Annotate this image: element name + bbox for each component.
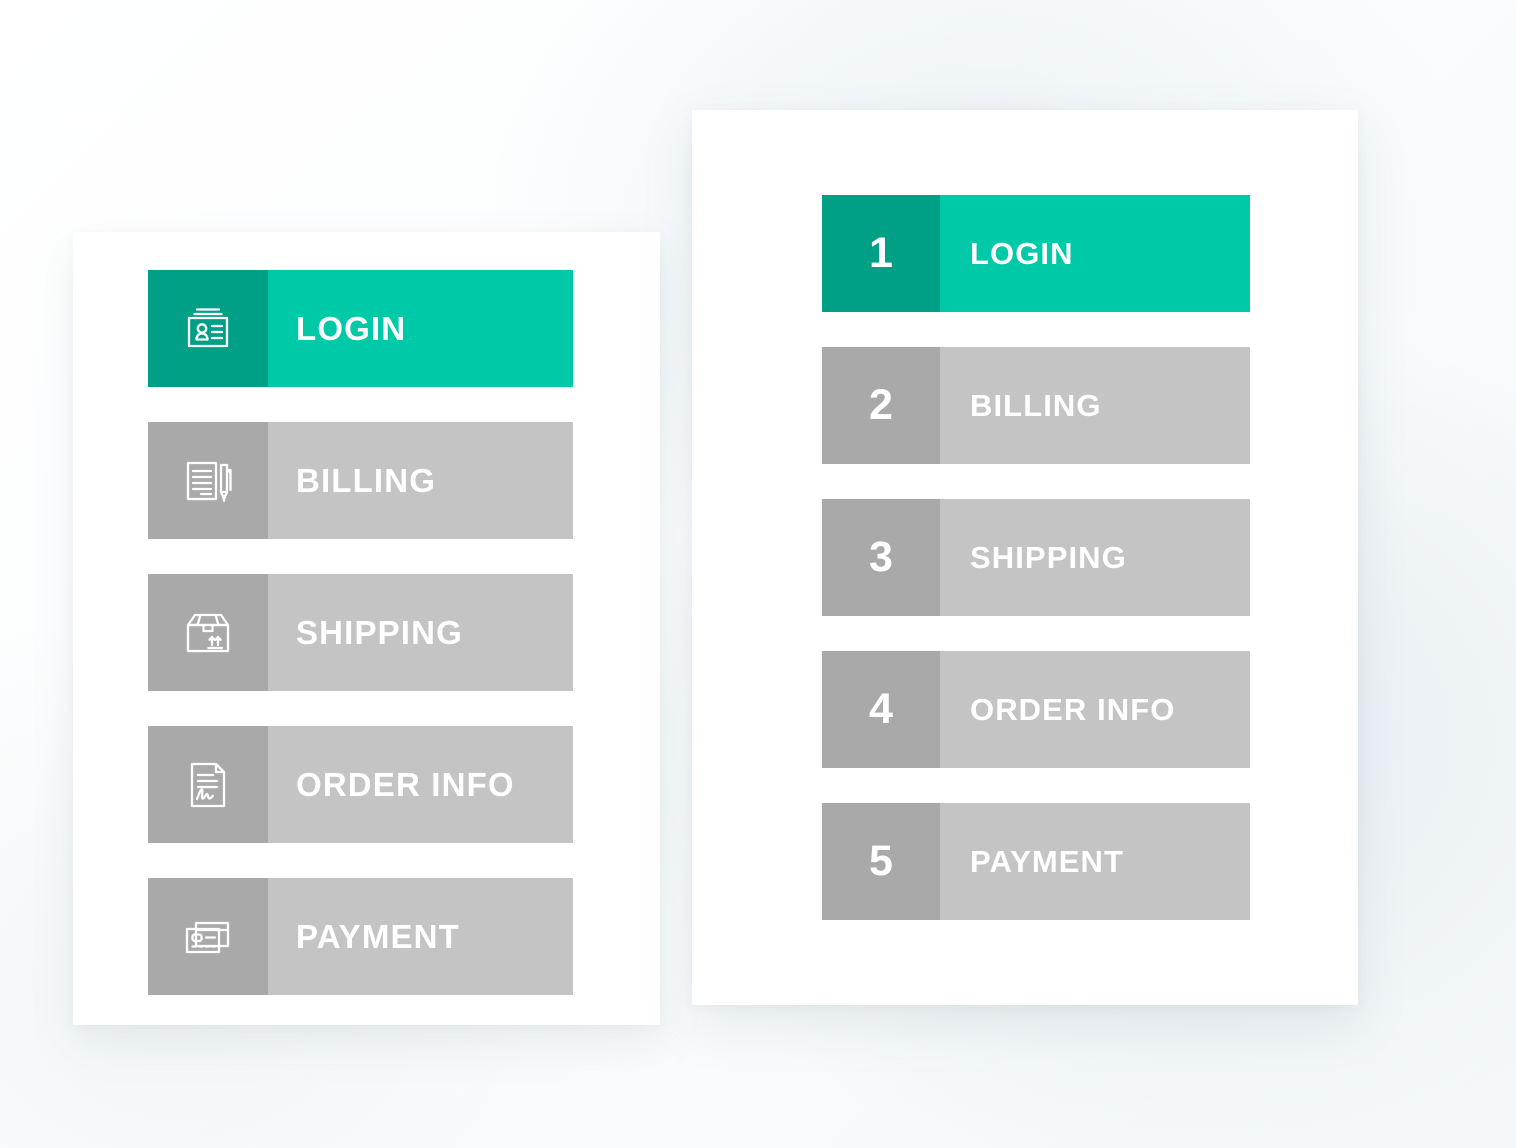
- step-icon-cell: [148, 270, 268, 387]
- step-row-shipping[interactable]: SHIPPING: [148, 574, 573, 691]
- step-number: 5: [869, 837, 893, 885]
- step-list-icon-variant: LOGIN BILLING SHIPPING ORDER INFO PAYMEN…: [148, 270, 573, 995]
- stage: LOGIN BILLING SHIPPING ORDER INFO PAYMEN…: [0, 0, 1516, 1148]
- document-pen-icon: [178, 451, 238, 511]
- step-label-cell: BILLING: [940, 347, 1250, 464]
- step-icon-cell: [148, 422, 268, 539]
- step-label-cell: BILLING: [268, 422, 573, 539]
- step-label: SHIPPING: [970, 539, 1127, 575]
- credit-cards-icon: [178, 907, 238, 967]
- step-number-cell: 3: [822, 499, 940, 616]
- checkout-progress-card-icon-variant: LOGIN BILLING SHIPPING ORDER INFO PAYMEN…: [73, 232, 660, 1025]
- step-label: PAYMENT: [296, 917, 460, 955]
- step-row-payment[interactable]: PAYMENT: [148, 878, 573, 995]
- checkout-progress-card-number-variant: 1 LOGIN 2 BILLING 3 SHIPPING 4 ORDER INF…: [692, 110, 1358, 1005]
- step-number-cell: 1: [822, 195, 940, 312]
- step-number-cell: 2: [822, 347, 940, 464]
- signed-document-icon: [178, 755, 238, 815]
- step-icon-cell: [148, 878, 268, 995]
- step-row-payment[interactable]: 5 PAYMENT: [822, 803, 1250, 920]
- step-label: SHIPPING: [296, 613, 463, 651]
- step-icon-cell: [148, 726, 268, 843]
- step-row-login[interactable]: 1 LOGIN: [822, 195, 1250, 312]
- step-label-cell: SHIPPING: [940, 499, 1250, 616]
- step-row-order-info[interactable]: 4 ORDER INFO: [822, 651, 1250, 768]
- step-label: ORDER INFO: [296, 765, 515, 803]
- step-row-shipping[interactable]: 3 SHIPPING: [822, 499, 1250, 616]
- step-number-cell: 5: [822, 803, 940, 920]
- step-row-billing[interactable]: BILLING: [148, 422, 573, 539]
- step-label: ORDER INFO: [970, 691, 1176, 727]
- step-label-cell: PAYMENT: [268, 878, 573, 995]
- step-label: LOGIN: [296, 309, 407, 347]
- step-number: 1: [869, 229, 893, 277]
- step-label-cell: PAYMENT: [940, 803, 1250, 920]
- shipping-box-icon: [178, 603, 238, 663]
- id-card-icon: [178, 299, 238, 359]
- step-number: 4: [869, 685, 893, 733]
- step-list-number-variant: 1 LOGIN 2 BILLING 3 SHIPPING 4 ORDER INF…: [822, 195, 1250, 920]
- step-row-billing[interactable]: 2 BILLING: [822, 347, 1250, 464]
- step-icon-cell: [148, 574, 268, 691]
- step-label: BILLING: [296, 461, 437, 499]
- step-label-cell: ORDER INFO: [940, 651, 1250, 768]
- step-row-login[interactable]: LOGIN: [148, 270, 573, 387]
- step-label: LOGIN: [970, 235, 1074, 271]
- step-label: BILLING: [970, 387, 1102, 423]
- step-number-cell: 4: [822, 651, 940, 768]
- step-label-cell: LOGIN: [940, 195, 1250, 312]
- step-label-cell: ORDER INFO: [268, 726, 573, 843]
- step-number: 3: [869, 533, 893, 581]
- step-label: PAYMENT: [970, 843, 1125, 879]
- step-number: 2: [869, 381, 893, 429]
- step-row-order-info[interactable]: ORDER INFO: [148, 726, 573, 843]
- step-label-cell: SHIPPING: [268, 574, 573, 691]
- step-label-cell: LOGIN: [268, 270, 573, 387]
